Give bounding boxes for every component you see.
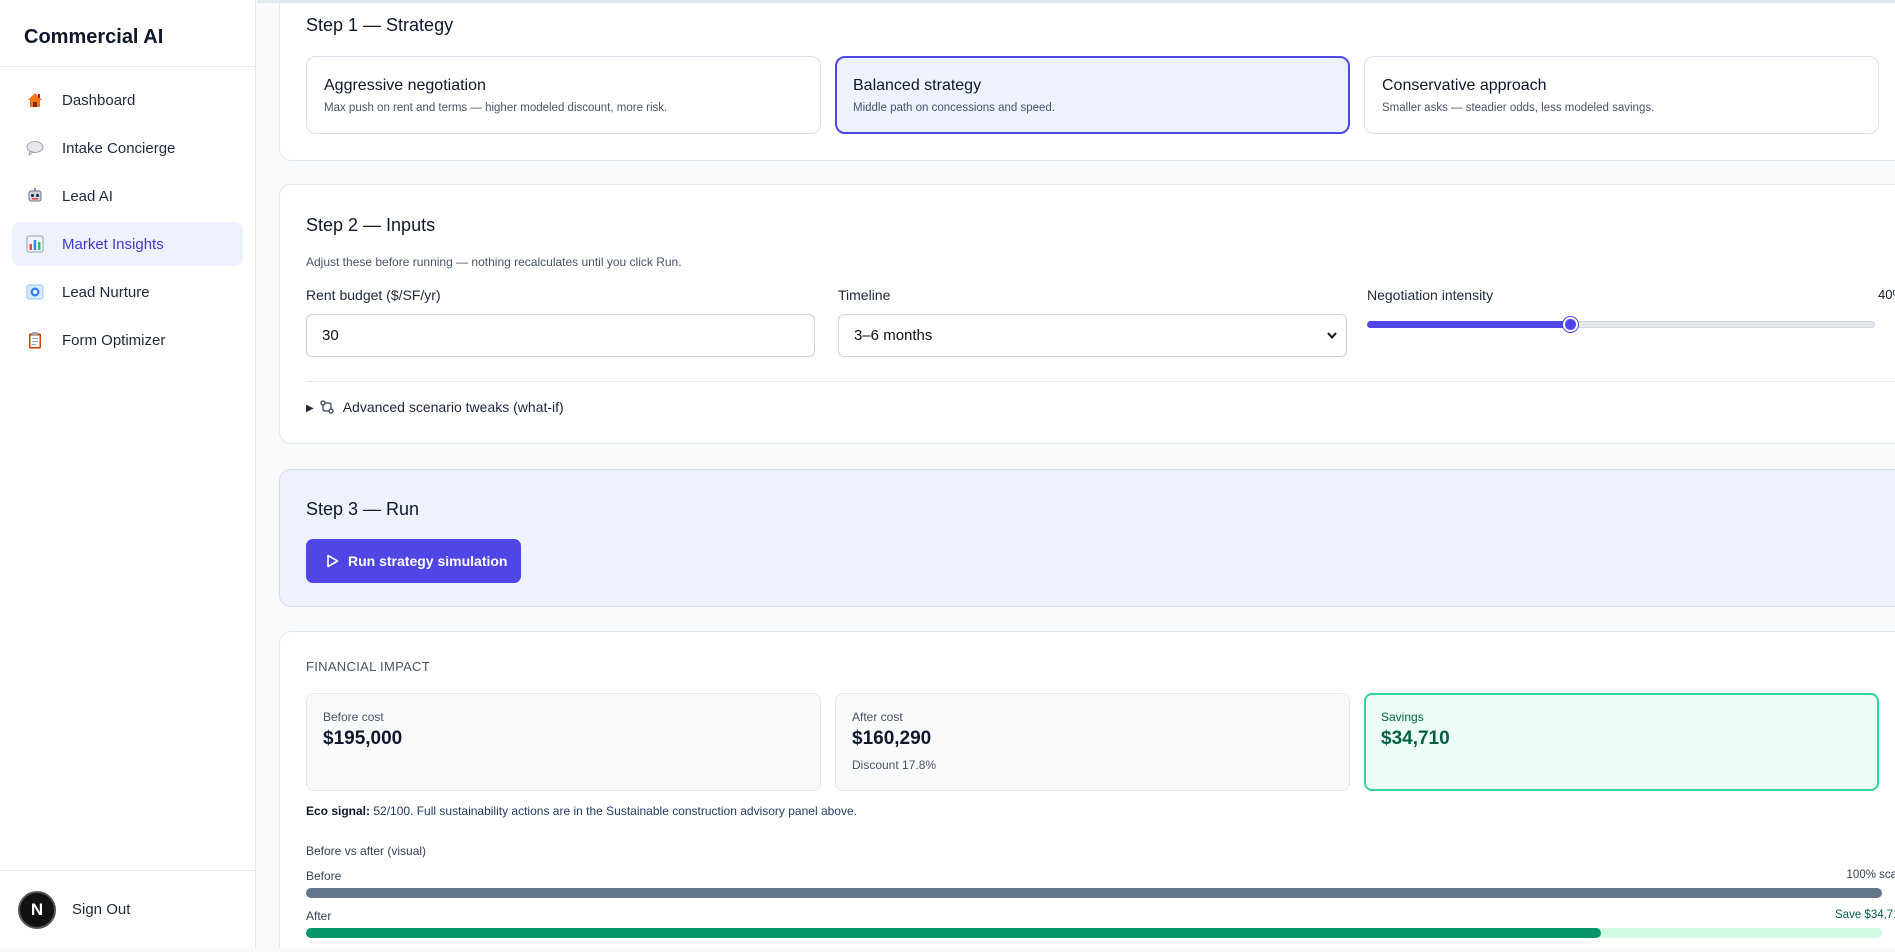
step1-card: Step 1 — Strategy Aggressive negotiation… <box>279 3 1895 161</box>
strategy-desc: Middle path on concessions and speed. <box>853 102 1056 114</box>
before-bar-fill <box>306 888 1882 898</box>
step3-title: Step 3 — Run <box>306 499 420 519</box>
branch-icon <box>320 400 334 414</box>
bar-chart-icon <box>26 235 44 253</box>
advanced-tweaks-label: Advanced scenario tweaks (what-if) <box>342 399 564 415</box>
strategy-option-conservative[interactable]: Conservative approach Smaller asks — ste… <box>1364 56 1879 134</box>
financial-impact-title: FINANCIAL IMPACT <box>306 659 430 674</box>
after-bar-track <box>306 928 1882 938</box>
strategy-name: Balanced strategy <box>853 77 982 94</box>
step3-card: Step 3 — Run Run strategy simulation <box>279 469 1895 607</box>
play-icon <box>326 554 339 568</box>
strategy-desc: Max push on rent and terms — higher mode… <box>324 102 668 114</box>
chevron-down-icon <box>1326 328 1338 345</box>
negotiation-intensity-value: 40% <box>1877 287 1895 302</box>
eco-signal-text: Eco signal: 52/100. Full sustainability … <box>306 804 857 818</box>
eco-signal-detail: 52/100. Full sustainability actions are … <box>370 804 857 818</box>
stat-value: $34,710 <box>1381 728 1450 749</box>
stat-label: Before cost <box>323 710 384 724</box>
stat-label: After cost <box>852 710 903 724</box>
sidebar-item-dashboard[interactable]: Dashboard <box>12 78 243 122</box>
financial-impact-card: FINANCIAL IMPACT Before cost $195,000 Af… <box>279 631 1895 948</box>
negotiation-intensity-slider[interactable] <box>1367 317 1875 332</box>
sidebar-item-lead-ai[interactable]: Lead AI <box>12 174 243 218</box>
timeline-label: Timeline <box>838 287 891 303</box>
strategy-name: Aggressive negotiation <box>324 77 486 94</box>
eco-signal-label: Eco signal: <box>306 804 371 818</box>
step2-title: Step 2 — Inputs <box>306 215 436 235</box>
sidebar: Commercial AI Dashboard Intake Concierge… <box>0 0 256 948</box>
speech-bubble-icon <box>26 139 44 157</box>
sidebar-item-form-optimizer[interactable]: Form Optimizer <box>12 318 243 362</box>
strategy-option-aggressive[interactable]: Aggressive negotiation Max push on rent … <box>306 56 821 134</box>
advanced-tweaks-toggle[interactable]: ▶ Advanced scenario tweaks (what-if) <box>306 399 564 415</box>
stat-label: Savings <box>1381 710 1424 724</box>
divider <box>306 381 1895 382</box>
house-icon <box>26 91 44 109</box>
slider-thumb[interactable] <box>1563 317 1579 332</box>
stat-value: $160,290 <box>852 728 932 749</box>
brand-title: Commercial AI <box>0 0 255 67</box>
savings-stat: Savings $34,710 <box>1364 693 1879 791</box>
sidebar-item-lead-nurture[interactable]: Lead Nurture <box>12 270 243 314</box>
timeline-select[interactable]: 3–6 months <box>838 314 1347 357</box>
strategy-name: Conservative approach <box>1382 77 1547 94</box>
step1-title: Step 1 — Strategy <box>306 15 454 35</box>
sidebar-item-label: Form Optimizer <box>62 331 166 349</box>
step2-card: Step 2 — Inputs Adjust these before runn… <box>279 184 1895 444</box>
before-bar-label: Before <box>306 869 342 883</box>
before-bar-scale: 100% scale <box>1846 869 1895 881</box>
rent-budget-label: Rent budget ($/SF/yr) <box>306 287 441 303</box>
sidebar-item-label: Lead AI <box>62 187 113 205</box>
before-bar-track <box>306 888 1882 898</box>
after-bar-savings: Save $34,710 <box>1835 909 1895 921</box>
timeline-selected-value: 3–6 months <box>854 327 933 344</box>
sidebar-footer: N Sign Out <box>0 870 255 948</box>
sign-out-button[interactable]: Sign Out <box>72 901 130 918</box>
strategy-option-balanced[interactable]: Balanced strategy Middle path on concess… <box>835 56 1350 134</box>
sidebar-item-label: Dashboard <box>62 91 136 109</box>
sidebar-nav: Dashboard Intake Concierge Lead AI Marke… <box>0 67 255 377</box>
sidebar-item-intake-concierge[interactable]: Intake Concierge <box>12 126 243 170</box>
after-bar-fill <box>306 928 1602 938</box>
run-simulation-button[interactable]: Run strategy simulation <box>306 539 521 583</box>
sidebar-item-market-insights[interactable]: Market Insights <box>12 222 243 266</box>
clipboard-icon <box>26 331 44 349</box>
after-cost-stat: After cost $160,290 Discount 17.8% <box>835 693 1350 791</box>
stat-value: $195,000 <box>323 728 403 749</box>
target-icon <box>26 283 44 301</box>
discount-text: Discount 17.8% <box>852 758 937 772</box>
visual-title: Before vs after (visual) <box>306 844 427 858</box>
sidebar-item-label: Lead Nurture <box>62 283 150 301</box>
after-bar-label: After <box>306 909 332 923</box>
rent-budget-input[interactable]: 30 <box>306 314 815 357</box>
sidebar-item-label: Intake Concierge <box>62 139 176 157</box>
sidebar-item-label: Market Insights <box>62 235 164 253</box>
step2-hint: Adjust these before running — nothing re… <box>306 255 682 269</box>
strategy-desc: Smaller asks — steadier odds, less model… <box>1382 102 1655 114</box>
avatar[interactable]: N <box>18 890 56 929</box>
triangle-right-icon: ▶ <box>306 402 314 414</box>
negotiation-intensity-label: Negotiation intensity <box>1367 287 1494 303</box>
slider-fill <box>1367 321 1571 328</box>
run-simulation-label: Run strategy simulation <box>348 553 508 569</box>
main-content: Step 1 — Strategy Aggressive negotiation… <box>257 0 1895 948</box>
before-cost-stat: Before cost $195,000 <box>306 693 821 791</box>
robot-icon <box>26 187 44 205</box>
